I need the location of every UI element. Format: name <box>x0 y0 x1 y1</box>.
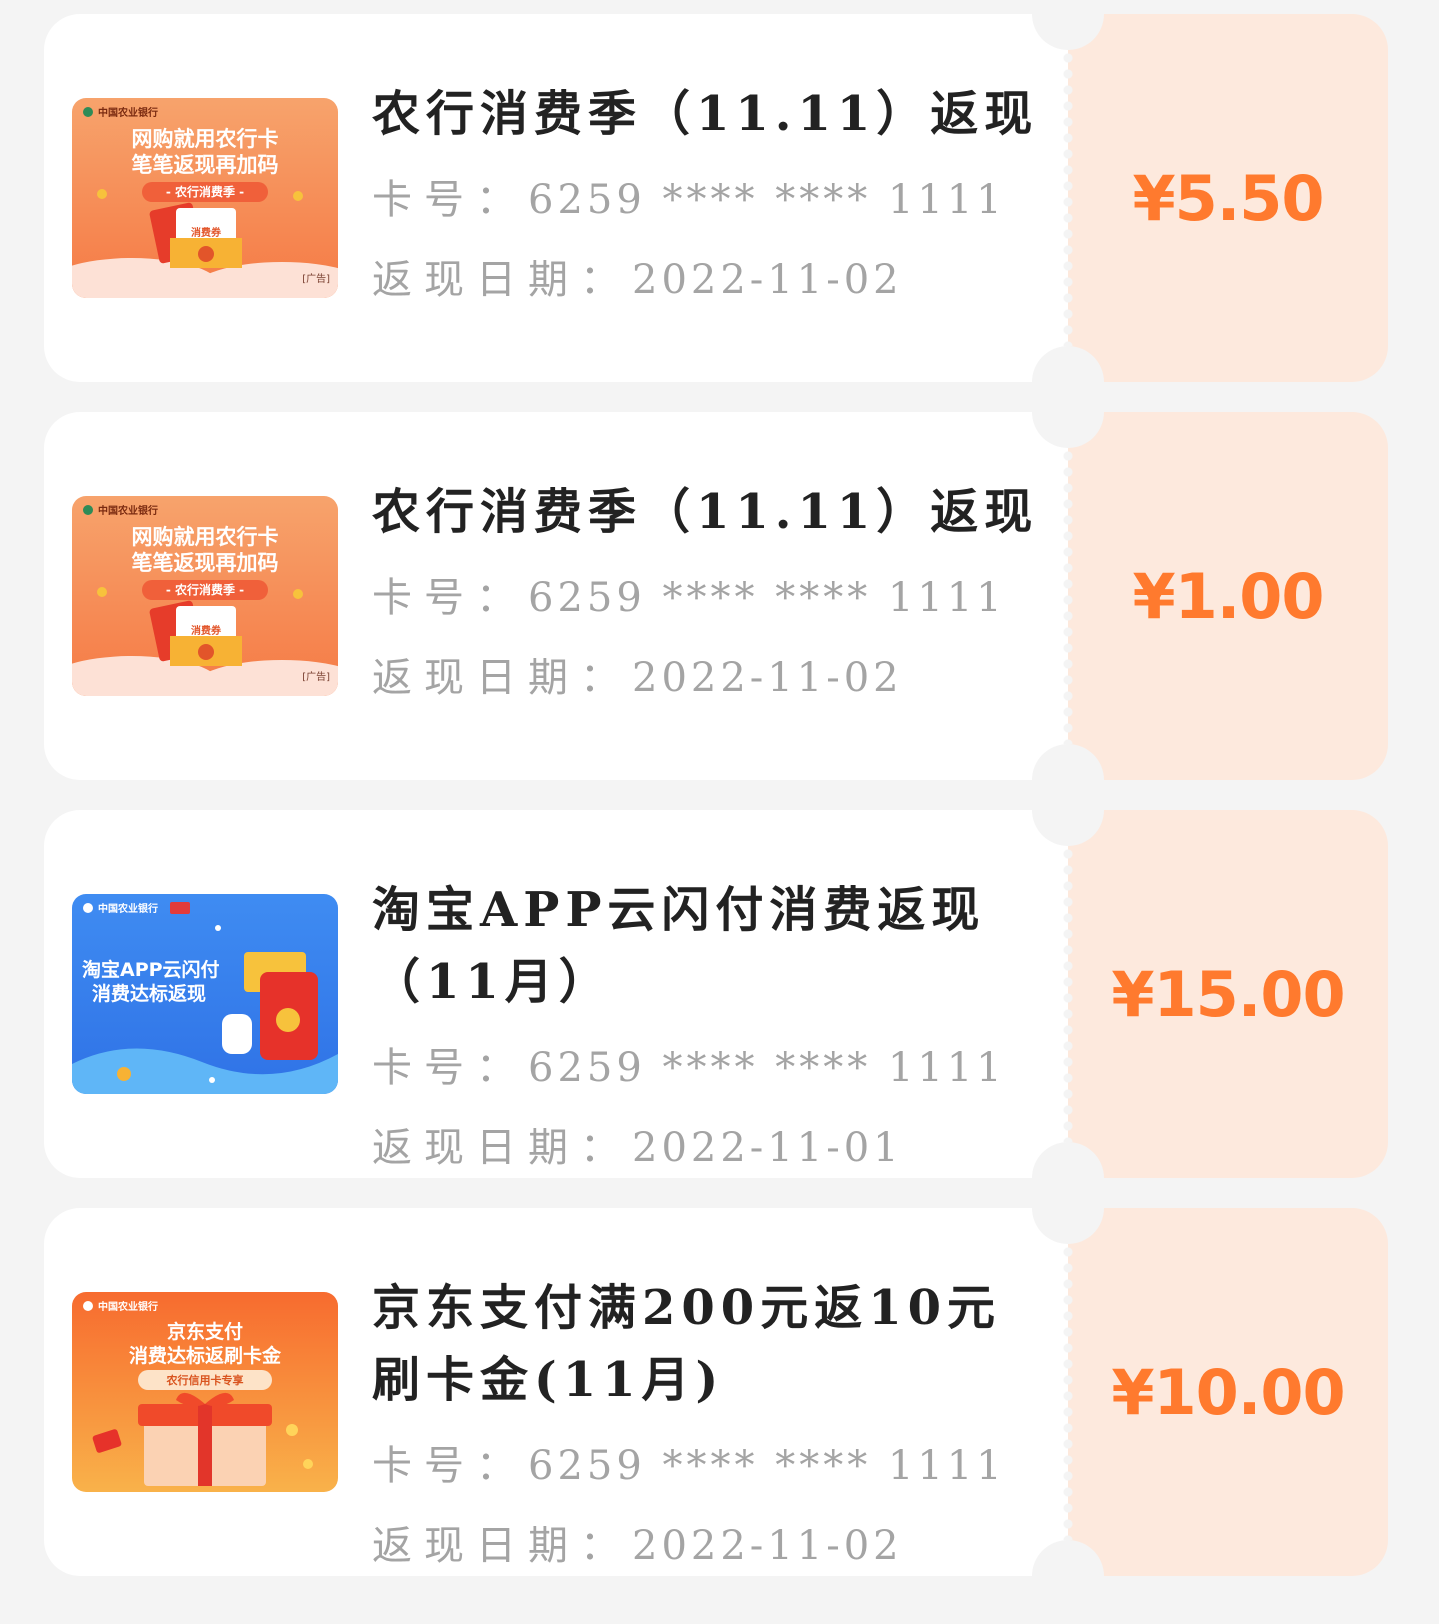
cashback-date: 2022-11-02 <box>632 655 903 701</box>
banner-tag: - 农行消费季 - <box>166 582 244 597</box>
cashback-amount: ¥10.00 <box>1111 1355 1345 1429</box>
perforation-divider <box>1059 50 1077 346</box>
promo-banner-image: 中国农业银行 淘宝APP云闪付 消费达标返现 <box>72 894 338 1094</box>
banner-line-1: 网购就用农行卡 <box>132 525 279 549</box>
cashback-date-row: 返现日期：2022-11-02 <box>372 240 1052 320</box>
card-info: 农行消费季（11.11）返现 卡号：6259 **** **** 1111 返现… <box>372 476 1052 718</box>
cashback-card[interactable]: 中国农业银行 网购就用农行卡 笔笔返现再加码 - 农行消费季 - 消费券 [广告… <box>44 0 1388 418</box>
banner-tag: - 农行消费季 - <box>166 184 244 199</box>
cashback-card[interactable]: 中国农业银行 网购就用农行卡 笔笔返现再加码 - 农行消费季 - 消费券 [广告… <box>44 376 1388 816</box>
cashback-amount: ¥5.50 <box>1132 161 1324 235</box>
perforation-divider <box>1059 448 1077 744</box>
perforation-divider <box>1059 1244 1077 1540</box>
cashback-date-row: 返现日期：2022-11-02 <box>372 1506 1052 1586</box>
card-body: 中国农业银行 京东支付 消费达标返刷卡金 农行信用卡专享 京东支付满200元返1… <box>44 1208 1068 1576</box>
banner-bank-name: 中国农业银行 <box>98 902 158 915</box>
promo-banner-image: 中国农业银行 网购就用农行卡 笔笔返现再加码 - 农行消费季 - 消费券 [广告… <box>72 98 338 298</box>
card-number-label: 卡号： <box>372 177 528 223</box>
card-number-row: 卡号：6259 **** **** 1111 <box>372 160 1052 240</box>
cashback-date-label: 返现日期： <box>372 257 632 303</box>
ticket-notch <box>1032 774 1104 846</box>
card-number-label: 卡号： <box>372 575 528 621</box>
banner-ad-label: [广告] <box>302 272 330 285</box>
banner-tag: 农行信用卡专享 <box>166 1373 244 1387</box>
card-number: 6259 **** **** 1111 <box>528 575 1006 621</box>
card-number-label: 卡号： <box>372 1045 528 1091</box>
cashback-title: 淘宝APP云闪付消费返现（11月） <box>372 882 986 1010</box>
promo-banner-image: 中国农业银行 网购就用农行卡 笔笔返现再加码 - 农行消费季 - 消费券 [广告… <box>72 496 338 696</box>
cashback-date-label: 返现日期： <box>372 1523 632 1569</box>
card-body: 中国农业银行 网购就用农行卡 笔笔返现再加码 - 农行消费季 - 消费券 [广告… <box>44 14 1068 382</box>
card-number-label: 卡号： <box>372 1443 528 1489</box>
cashback-amount: ¥1.00 <box>1132 559 1324 633</box>
ticket-notch <box>1032 1540 1104 1612</box>
cashback-date: 2022-11-02 <box>632 1523 903 1569</box>
ticket-notch <box>1032 376 1104 448</box>
cashback-title: 京东支付满200元返10元刷卡金(11月) <box>372 1280 1001 1408</box>
perforation-divider <box>1059 846 1077 1142</box>
card-number: 6259 **** **** 1111 <box>528 177 1006 223</box>
amount-stub: ¥5.50 <box>1068 14 1388 382</box>
card-info: 京东支付满200元返10元刷卡金(11月) 卡号：6259 **** **** … <box>372 1272 1052 1586</box>
banner-line-2: 消费达标返刷卡金 <box>129 1344 282 1367</box>
amount-stub: ¥15.00 <box>1068 810 1388 1178</box>
cashback-date-label: 返现日期： <box>372 1125 632 1171</box>
cashback-card[interactable]: 中国农业银行 淘宝APP云闪付 消费达标返现 淘宝APP云闪付消费返现（11月）… <box>44 774 1388 1214</box>
card-number: 6259 **** **** 1111 <box>528 1045 1006 1091</box>
card-number-row: 卡号：6259 **** **** 1111 <box>372 558 1052 638</box>
cashback-title: 农行消费季（11.11）返现 <box>372 86 1039 142</box>
card-info: 农行消费季（11.11）返现 卡号：6259 **** **** 1111 返现… <box>372 78 1052 320</box>
cashback-date: 2022-11-02 <box>632 257 903 303</box>
ticket-notch <box>1032 1172 1104 1244</box>
banner-line-2: 笔笔返现再加码 <box>132 551 279 575</box>
amount-stub: ¥10.00 <box>1068 1208 1388 1576</box>
banner-ad-label: [广告] <box>302 670 330 683</box>
cashback-title: 农行消费季（11.11）返现 <box>372 484 1039 540</box>
banner-line-2: 笔笔返现再加码 <box>132 153 279 177</box>
cashback-date: 2022-11-01 <box>632 1125 903 1171</box>
card-body: 中国农业银行 淘宝APP云闪付 消费达标返现 淘宝APP云闪付消费返现（11月）… <box>44 810 1068 1178</box>
card-number-row: 卡号：6259 **** **** 1111 <box>372 1426 1052 1506</box>
banner-line-1: 淘宝APP云闪付 <box>82 958 220 981</box>
card-number: 6259 **** **** 1111 <box>528 1443 1006 1489</box>
amount-stub: ¥1.00 <box>1068 412 1388 780</box>
banner-coupon: 消费券 <box>191 624 222 637</box>
banner-line-1: 京东支付 <box>167 1320 243 1343</box>
card-body: 中国农业银行 网购就用农行卡 笔笔返现再加码 - 农行消费季 - 消费券 [广告… <box>44 412 1068 780</box>
banner-line-1: 网购就用农行卡 <box>132 127 279 151</box>
card-info: 淘宝APP云闪付消费返现（11月） 卡号：6259 **** **** 1111… <box>372 874 1052 1188</box>
card-number-row: 卡号：6259 **** **** 1111 <box>372 1028 1052 1108</box>
banner-bank-name: 中国农业银行 <box>98 106 158 119</box>
banner-bank-name: 中国农业银行 <box>98 1300 158 1313</box>
cashback-date-row: 返现日期：2022-11-02 <box>372 638 1052 718</box>
cashback-amount: ¥15.00 <box>1111 957 1345 1031</box>
cashback-date-row: 返现日期：2022-11-01 <box>372 1108 1052 1188</box>
promo-banner-image: 中国农业银行 京东支付 消费达标返刷卡金 农行信用卡专享 <box>72 1292 338 1492</box>
cashback-date-label: 返现日期： <box>372 655 632 701</box>
banner-line-2: 消费达标返现 <box>92 982 206 1005</box>
cashback-card[interactable]: 中国农业银行 京东支付 消费达标返刷卡金 农行信用卡专享 京东支付满200元返1… <box>44 1172 1388 1612</box>
banner-bank-name: 中国农业银行 <box>98 504 158 517</box>
banner-coupon: 消费券 <box>191 226 222 239</box>
